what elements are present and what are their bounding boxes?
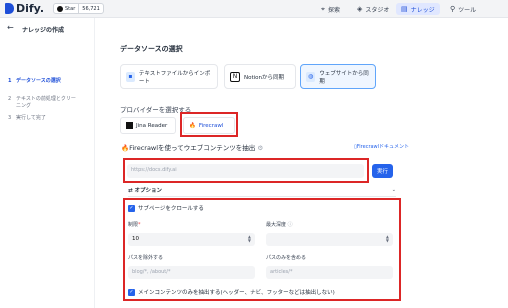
source-file-button[interactable]: ▪ テキストファイルからインポート [120, 64, 218, 89]
step-1: 1 データソースの選択 [8, 78, 76, 85]
chevron-down-icon: ⌄ [391, 187, 396, 193]
book-icon: ▤ [401, 5, 408, 13]
dify-logo[interactable]: Dify. [5, 2, 44, 15]
fire-icon: 🔥 [121, 144, 130, 152]
options-icon: ⇄ [128, 188, 133, 194]
divider [128, 196, 396, 197]
check-icon: ✓ [128, 204, 135, 212]
globe-icon: ◍ [306, 71, 316, 82]
source-label: Notionから同期 [244, 74, 285, 81]
limit-value: 10 [132, 236, 139, 242]
source-website-button[interactable]: ◍ ウェブサイトから同期 [300, 64, 376, 89]
main-content-only-checkbox[interactable]: ✓ メインコンテンツのみを抽出する(ヘッダー、ナビ、フッターなどは抽出しない) [128, 288, 335, 296]
top-bar: Dify. Star 56,721 ⌖ 探索 ◈ スタジオ ▤ ナレッジ ⚲ ツール [0, 0, 508, 18]
info-icon[interactable]: ⓘ [288, 222, 293, 228]
limit-label: 制限* [128, 221, 141, 228]
nav-knowledge-label: ナレッジ [410, 6, 435, 14]
provider-jina-button[interactable]: Jina Reader [120, 117, 176, 134]
step-label: テキストの前処理とクリーニング [16, 96, 76, 109]
required-mark: * [138, 222, 141, 228]
step-label: データソースの選択 [16, 78, 61, 84]
include-input[interactable]: articles/* [266, 266, 393, 279]
nav-studio-label: スタジオ [365, 6, 390, 14]
jina-icon [126, 122, 133, 129]
gear-icon[interactable]: ⚙ [257, 144, 263, 152]
source-label: ウェブサイトから同期 [319, 70, 369, 85]
tool-icon: ⚲ [450, 5, 456, 13]
exclude-input[interactable]: blog/*, /about/* [128, 266, 255, 279]
stepper-icon[interactable]: ▲ ▼ [386, 235, 389, 243]
step-number: 1 [8, 78, 12, 84]
check-icon: ✓ [128, 288, 135, 296]
nav-knowledge[interactable]: ▤ ナレッジ [396, 3, 440, 15]
nav-explore-label: 探索 [327, 6, 340, 14]
doc-link-text: Firecrawlドキュメント [356, 144, 410, 150]
github-star-button[interactable]: Star 56,721 [53, 3, 104, 14]
crawl-subpages-checkbox[interactable]: ✓ サブページをクロールする [128, 204, 204, 212]
nav-tools-label: ツール [458, 6, 477, 14]
sidebar-title: ナレッジの作成 [22, 27, 65, 34]
firecrawl-doc-link[interactable]: ▯Firecrawlドキュメント [354, 143, 409, 150]
source-notion-button[interactable]: N Notionから同期 [224, 64, 296, 89]
limit-input[interactable]: 10 ▲ ▼ [128, 233, 255, 246]
back-arrow-icon[interactable]: ← [7, 23, 14, 32]
star-label: Star [65, 5, 76, 12]
star-count: 56,721 [82, 5, 100, 12]
stepper-icon[interactable]: ▲ ▼ [248, 235, 251, 243]
notion-icon: N [230, 71, 240, 82]
provider-label: Jina Reader [136, 122, 168, 129]
page-title: データソースの選択 [120, 45, 183, 53]
checkbox-label: サブページをクロールする [138, 206, 204, 212]
step-2: 2 テキストの前処理とクリーニング [8, 96, 76, 110]
compass-icon: ⌖ [321, 4, 325, 13]
include-label: パスのみを含める [266, 255, 307, 261]
source-label: テキストファイルからインポート [138, 70, 211, 85]
step-number: 3 [8, 115, 12, 121]
github-icon [57, 5, 63, 12]
file-icon: ▪ [126, 71, 135, 82]
options-toggle[interactable]: ⇄ オプション ⌄ [128, 186, 396, 194]
highlight-box [180, 112, 238, 137]
app-name: Dify. [16, 2, 45, 15]
nav-explore[interactable]: ⌖ 探索 [316, 3, 345, 15]
nav-tools[interactable]: ⚲ ツール [445, 3, 481, 15]
run-button[interactable]: 実行 [372, 164, 393, 178]
highlight-box [123, 198, 401, 301]
step-label: 実行して完了 [16, 115, 46, 121]
options-label: オプション [134, 188, 163, 194]
depth-label-text: 最大深度 [266, 222, 287, 228]
firecrawl-title-text: Firecrawlを使ってウエブコンテンツを抽出 [129, 144, 256, 152]
step-number: 2 [8, 96, 12, 102]
nav-studio[interactable]: ◈ スタジオ [352, 3, 394, 15]
sidebar [0, 18, 95, 308]
step-3: 3 実行して完了 [8, 115, 76, 122]
limit-label-text: 制限 [128, 222, 139, 228]
firecrawl-title: 🔥Firecrawlを使ってウエブコンテンツを抽出 ⚙ [121, 142, 263, 152]
studio-icon: ◈ [357, 5, 363, 13]
checkbox-label: メインコンテンツのみを抽出する(ヘッダー、ナビ、フッターなどは抽出しない) [138, 290, 335, 296]
depth-label: 最大深度 ⓘ [266, 221, 293, 228]
logo-mark-icon [5, 3, 14, 14]
depth-input[interactable]: ▲ ▼ [266, 233, 393, 246]
highlight-box [123, 158, 369, 183]
exclude-label: パスを除外する [128, 255, 164, 261]
